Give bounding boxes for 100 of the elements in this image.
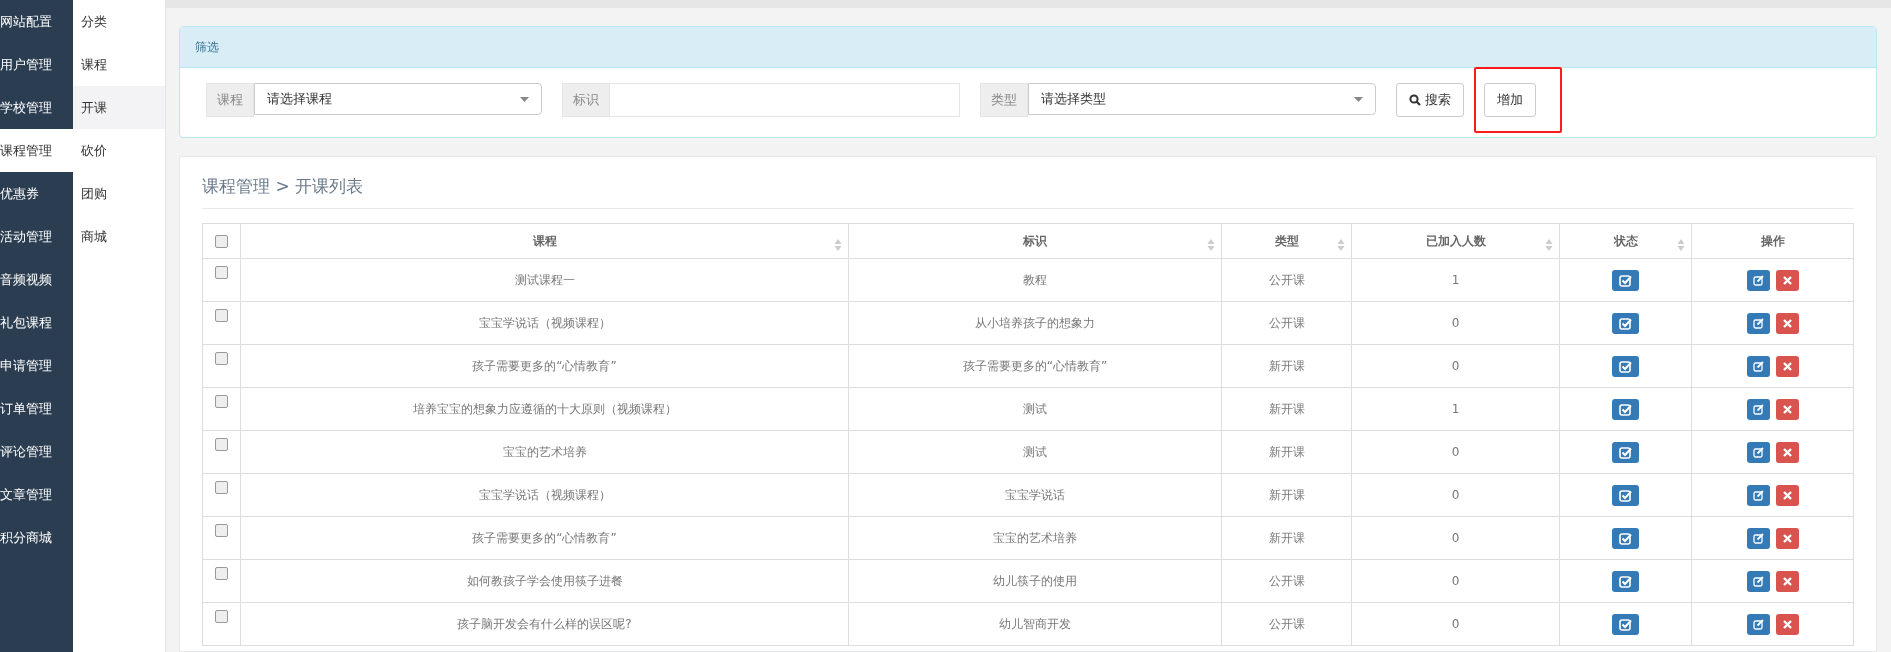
check-square-icon — [1619, 488, 1632, 502]
sidebar-item[interactable]: 课程管理 — [0, 129, 73, 172]
table-cell: 幼儿智商开发 — [848, 602, 1222, 646]
close-icon — [1782, 318, 1792, 328]
edit-button[interactable] — [1746, 355, 1770, 377]
delete-button[interactable] — [1775, 355, 1799, 377]
field-label: 标识 — [562, 83, 610, 117]
status-button[interactable] — [1612, 527, 1639, 549]
table-cell: 培养宝宝的想象力应遵循的十大原则（视频课程） — [240, 387, 849, 431]
sidebar-item[interactable]: 文章管理 — [0, 473, 73, 516]
status-button[interactable] — [1612, 441, 1639, 463]
delete-button[interactable] — [1775, 484, 1799, 506]
edit-icon — [1752, 618, 1764, 630]
checkbox[interactable] — [215, 610, 228, 623]
status-button[interactable] — [1612, 484, 1639, 506]
column-header: 操作 — [1691, 223, 1854, 259]
status-button[interactable] — [1612, 312, 1639, 334]
table-cell: 公开课 — [1221, 602, 1352, 646]
table-cell: 公开课 — [1221, 559, 1352, 603]
column-header: 已加入人数 — [1351, 223, 1560, 259]
column-header: 类型 — [1221, 223, 1352, 259]
status-button[interactable] — [1612, 355, 1639, 377]
table-cell: 从小培养孩子的想象力 — [848, 301, 1222, 345]
checkbox[interactable] — [215, 309, 228, 322]
edit-button[interactable] — [1746, 570, 1770, 592]
edit-icon — [1752, 317, 1764, 329]
edit-icon — [1752, 489, 1764, 501]
edit-button[interactable] — [1746, 269, 1770, 291]
delete-button[interactable] — [1775, 613, 1799, 635]
table-cell: 测试 — [848, 387, 1222, 431]
table-cell: 宝宝学说话（视频课程） — [240, 301, 849, 345]
checkbox[interactable] — [215, 438, 228, 451]
table-cell: 0 — [1351, 473, 1560, 517]
check-square-icon — [1619, 316, 1632, 330]
delete-button[interactable] — [1775, 312, 1799, 334]
search-button[interactable]: 搜索 — [1396, 83, 1464, 117]
check-square-icon — [1619, 617, 1632, 631]
delete-button[interactable] — [1775, 441, 1799, 463]
table-cell: 宝宝学说话 — [848, 473, 1222, 517]
caret-icon — [520, 96, 529, 102]
delete-button[interactable] — [1775, 527, 1799, 549]
sidebar-item[interactable]: 活动管理 — [0, 215, 73, 258]
sidebar-item[interactable]: 积分商城 — [0, 516, 73, 559]
edit-button[interactable] — [1746, 613, 1770, 635]
table-cell: 0 — [1351, 301, 1560, 345]
sidebar-item[interactable]: 音频视频 — [0, 258, 73, 301]
sidebar-item[interactable]: 网站配置 — [0, 0, 73, 43]
edit-button[interactable] — [1746, 484, 1770, 506]
sidebar-item[interactable]: 申请管理 — [0, 344, 73, 387]
checkbox[interactable] — [215, 235, 228, 248]
status-button[interactable] — [1612, 570, 1639, 592]
checkbox[interactable] — [215, 352, 228, 365]
delete-button[interactable] — [1775, 570, 1799, 592]
status-button[interactable] — [1612, 613, 1639, 635]
checkbox[interactable] — [215, 567, 228, 580]
sidebar-item[interactable]: 优惠券 — [0, 172, 73, 215]
edit-icon — [1752, 274, 1764, 286]
edit-button[interactable] — [1746, 441, 1770, 463]
table-cell: 测试课程一 — [240, 258, 849, 302]
sidebar-item[interactable]: 订单管理 — [0, 387, 73, 430]
checkbox[interactable] — [215, 481, 228, 494]
course-select[interactable]: 请选择课程 — [254, 83, 542, 115]
status-button[interactable] — [1612, 269, 1639, 291]
table-cell: 新开课 — [1221, 516, 1352, 560]
checkbox[interactable] — [215, 395, 228, 408]
table-cell: 0 — [1351, 516, 1560, 560]
table-cell: 幼儿筷子的使用 — [848, 559, 1222, 603]
check-square-icon — [1619, 531, 1632, 545]
table-cell: 新开课 — [1221, 344, 1352, 388]
column-header: 状态 — [1559, 223, 1692, 259]
table-cell: 孩子需要更多的“心情教育” — [240, 516, 849, 560]
type-select[interactable]: 请选择类型 — [1028, 83, 1376, 115]
tag-input[interactable] — [610, 83, 960, 117]
table-cell: 宝宝的艺术培养 — [848, 516, 1222, 560]
table-cell: 孩子脑开发会有什么样的误区呢? — [240, 602, 849, 646]
sidebar-item[interactable]: 学校管理 — [0, 86, 73, 129]
edit-button[interactable] — [1746, 398, 1770, 420]
edit-button[interactable] — [1746, 527, 1770, 549]
delete-button[interactable] — [1775, 398, 1799, 420]
checkbox[interactable] — [215, 266, 228, 279]
check-square-icon — [1619, 402, 1632, 416]
add-button[interactable]: 增加 — [1484, 83, 1536, 117]
field-label: 课程 — [206, 83, 254, 117]
checkbox[interactable] — [215, 524, 228, 537]
edit-button[interactable] — [1746, 312, 1770, 334]
submenu-item[interactable]: 开课 — [73, 86, 165, 129]
table-cell: 公开课 — [1221, 258, 1352, 302]
table-cell: 1 — [1351, 387, 1560, 431]
table-cell: 0 — [1351, 344, 1560, 388]
delete-button[interactable] — [1775, 269, 1799, 291]
sidebar-item[interactable]: 礼包课程 — [0, 301, 73, 344]
table-cell: 0 — [1351, 559, 1560, 603]
edit-icon — [1752, 360, 1764, 372]
table-cell: 0 — [1351, 430, 1560, 474]
field-label: 类型 — [980, 83, 1028, 117]
check-square-icon — [1619, 359, 1632, 373]
sidebar-item[interactable]: 评论管理 — [0, 430, 73, 473]
status-button[interactable] — [1612, 398, 1639, 420]
sidebar-item[interactable]: 用户管理 — [0, 43, 73, 86]
close-icon — [1782, 404, 1792, 414]
